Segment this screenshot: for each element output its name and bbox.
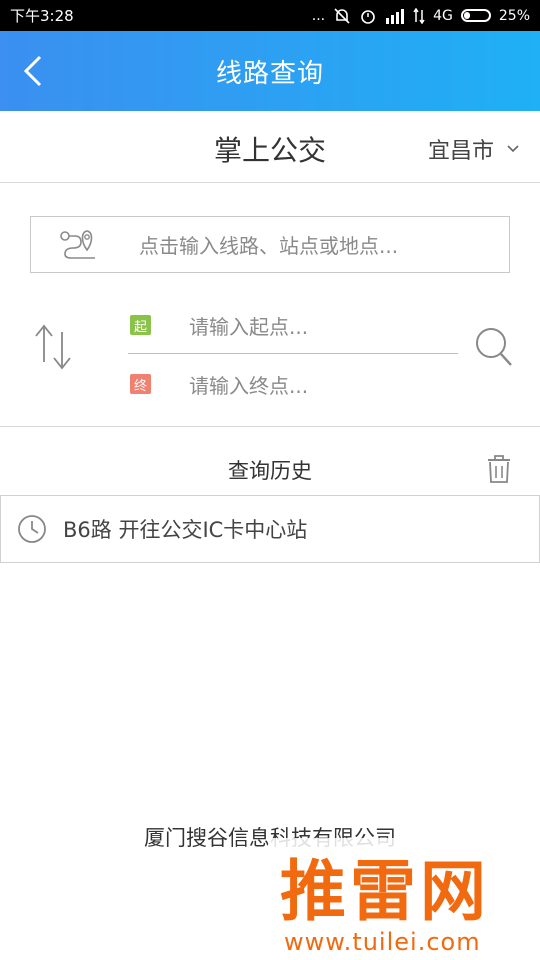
history-item-text: B6路 开往公交IC卡中心站: [63, 518, 308, 542]
search-placeholder: 点击输入线路、站点或地点...: [139, 234, 399, 258]
status-time: 下午3:28: [10, 7, 74, 25]
city-selector[interactable]: 宜昌市: [428, 133, 520, 165]
battery-percent: 25%: [498, 7, 530, 24]
start-tag: 起: [130, 315, 151, 335]
swap-icon[interactable]: [34, 322, 74, 372]
trash-icon[interactable]: [486, 454, 512, 484]
line-search-input[interactable]: 点击输入线路、站点或地点...: [30, 216, 510, 273]
start-placeholder: 请输入起点...: [189, 314, 309, 339]
watermark-logo: 推雷网 www.tuilei.com: [268, 838, 540, 960]
section-divider: [0, 426, 540, 427]
brand-header: 掌上公交 宜昌市: [0, 111, 540, 183]
status-icons: ... 4G 25%: [312, 7, 530, 25]
city-name: 宜昌市: [427, 139, 494, 164]
network-type: 4G: [433, 7, 453, 24]
history-title: 查询历史: [228, 459, 312, 483]
alarm-icon: [361, 9, 375, 24]
back-arrow-icon[interactable]: [18, 51, 54, 91]
search-icon[interactable]: [474, 326, 514, 368]
battery-icon: [460, 9, 491, 22]
end-placeholder: 请输入终点...: [189, 373, 309, 398]
status-bar: 下午3:28 ... 4G 25%: [0, 0, 540, 31]
signal-icon: [386, 8, 405, 24]
clock-icon: [18, 515, 46, 543]
watermark-text: 推雷网: [280, 853, 490, 930]
page-title: 线路查询: [215, 58, 324, 89]
start-point-field[interactable]: 起 请输入起点...: [128, 297, 458, 354]
more-dots-icon: ...: [311, 7, 326, 24]
end-point-field[interactable]: 终 请输入终点...: [128, 356, 458, 412]
end-tag: 终: [130, 374, 151, 394]
data-transfer-icon: [413, 7, 425, 24]
chevron-down-icon: [507, 145, 519, 153]
history-list-item[interactable]: B6路 开往公交IC卡中心站: [0, 495, 540, 563]
route-pin-icon: [60, 229, 95, 259]
top-app-bar: 线路查询: [0, 31, 540, 111]
notification-off-icon: [334, 7, 350, 24]
watermark-url: www.tuilei.com: [284, 928, 481, 956]
